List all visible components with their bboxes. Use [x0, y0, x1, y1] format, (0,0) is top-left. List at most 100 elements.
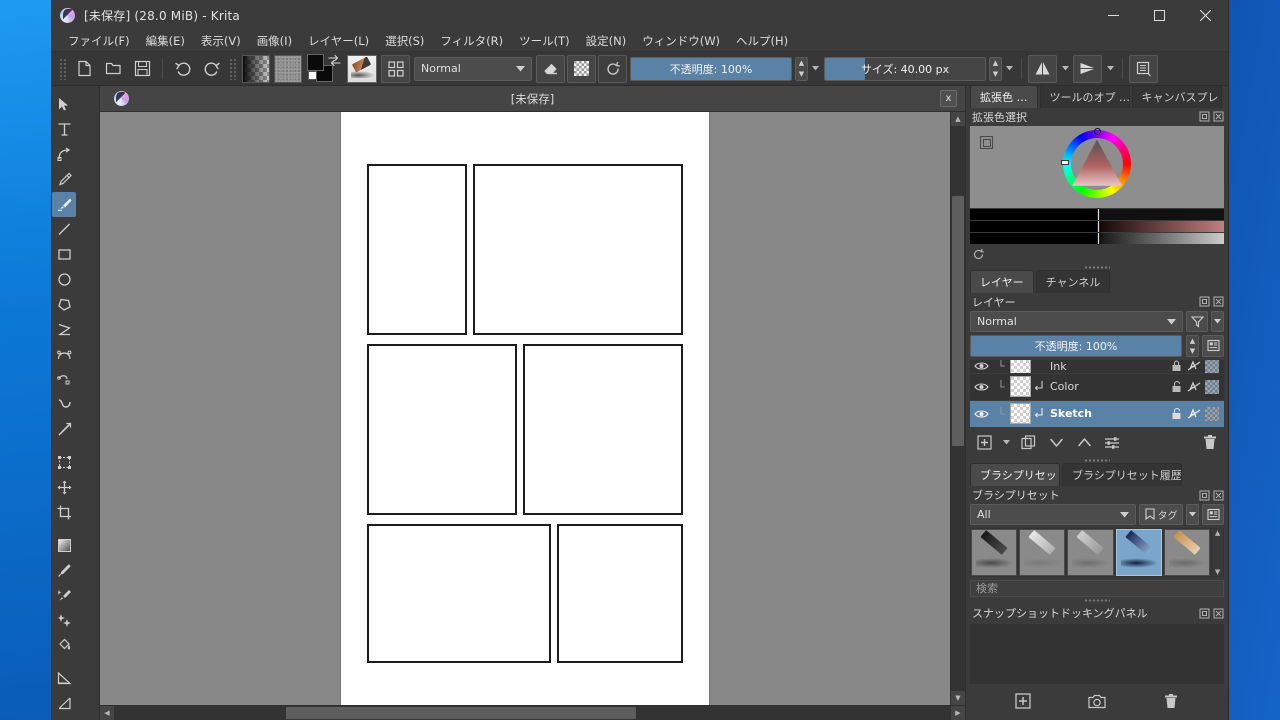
panel-3-left[interactable]: [367, 524, 552, 663]
tool-line[interactable]: [52, 217, 76, 242]
layer-checker-icon[interactable]: [1204, 377, 1220, 397]
opacity-spin-up-icon[interactable]: ▲: [796, 58, 807, 69]
brush-preset-grid[interactable]: ▲ ▼: [970, 527, 1224, 577]
layer-filter-dropdown[interactable]: [1211, 310, 1224, 332]
menu-edit[interactable]: 編集(E): [138, 31, 193, 51]
tool-multibrush[interactable]: [52, 417, 76, 442]
tool-freehand-brush[interactable]: [52, 192, 76, 217]
layer-thumbnail[interactable]: [1010, 403, 1031, 425]
lock-icon[interactable]: [1168, 404, 1184, 424]
layer-name[interactable]: Ink: [1048, 360, 1168, 373]
pattern-swatch[interactable]: [274, 54, 302, 83]
canvas-vertical-scrollbar[interactable]: ▲ ▼: [950, 112, 965, 705]
lock-icon[interactable]: [1168, 377, 1184, 397]
preset-pencil-light[interactable]: [1019, 528, 1066, 576]
shade-bar-2[interactable]: [970, 219, 1224, 233]
swap-colors-icon[interactable]: [328, 54, 341, 70]
menu-file[interactable]: ファイル(F): [60, 31, 138, 51]
tool-ellipse[interactable]: [52, 267, 76, 292]
tab-brush-presets[interactable]: ブラシプリセット: [970, 463, 1060, 487]
brush-size-dropdown-button[interactable]: [1003, 55, 1015, 82]
opacity-spinner[interactable]: ▲ ▼: [795, 56, 808, 81]
panel-2-right[interactable]: [522, 344, 683, 515]
tool-rectangle[interactable]: [52, 242, 76, 267]
save-document-button[interactable]: [129, 55, 156, 82]
layer-name[interactable]: Sketch: [1048, 407, 1168, 420]
new-document-button[interactable]: [71, 55, 98, 82]
snapshot-add-button[interactable]: [1010, 690, 1036, 712]
tool-transform[interactable]: [52, 450, 76, 475]
blend-mode-select[interactable]: Normal: [414, 56, 532, 81]
preset-bristle-brush[interactable]: [1163, 528, 1211, 576]
vertical-scroll-thumb[interactable]: [952, 196, 964, 446]
shade-bar-1[interactable]: [970, 207, 1224, 221]
duplicate-layer-button[interactable]: [1016, 433, 1040, 453]
tool-assistant-editor[interactable]: [52, 666, 76, 691]
layer-thumbnail[interactable]: [1010, 359, 1031, 373]
mirror-horizontal-options-button[interactable]: [1059, 55, 1071, 82]
menu-select[interactable]: 選択(S): [377, 31, 432, 51]
workspace-button[interactable]: [1129, 54, 1158, 83]
layer-opacity-spinner[interactable]: ▲ ▼: [1186, 334, 1199, 357]
tab-advanced-color-selector[interactable]: 拡張色 …: [970, 86, 1038, 108]
close-button[interactable]: [1182, 0, 1228, 31]
float-icon[interactable]: [1199, 296, 1210, 307]
preset-pencil-grey[interactable]: [1067, 528, 1114, 576]
vertical-scroll-track[interactable]: [951, 126, 965, 691]
eraser-mode-button[interactable]: [536, 54, 565, 83]
panel-3-right[interactable]: [557, 524, 683, 663]
mirror-vertical-options-button[interactable]: [1104, 55, 1116, 82]
tab-canvas-preview[interactable]: キャンバスプレ …: [1131, 86, 1222, 108]
alpha-lock-icon[interactable]: [1186, 404, 1202, 424]
opacity-spin-down-icon[interactable]: ▼: [796, 69, 807, 80]
current-brush-preset-button[interactable]: [347, 54, 377, 83]
preset-ink-pen-dark[interactable]: [971, 528, 1018, 576]
color-wheel[interactable]: [1061, 127, 1131, 198]
brush-preset-scrollbar[interactable]: ▲ ▼: [1212, 528, 1223, 576]
tool-bezier-curve[interactable]: [52, 342, 76, 367]
tool-dynamic-brush[interactable]: [52, 392, 76, 417]
menu-window[interactable]: ウィンドウ(W): [634, 31, 728, 51]
mirror-vertical-button[interactable]: [1073, 54, 1102, 83]
document-page[interactable]: [341, 112, 709, 705]
redo-button[interactable]: [198, 55, 225, 82]
brush-tag-button[interactable]: タグ: [1139, 503, 1183, 525]
gradient-swatch[interactable]: [242, 54, 270, 83]
layer-blend-mode-select[interactable]: Normal: [970, 310, 1183, 332]
tool-gradient[interactable]: [52, 533, 76, 558]
tool-colorize-mask[interactable]: [52, 583, 76, 608]
size-spin-down-icon[interactable]: ▼: [990, 69, 1001, 80]
canvas-horizontal-scrollbar[interactable]: ◀ ▶: [100, 705, 965, 720]
snapshot-delete-button[interactable]: [1158, 690, 1184, 712]
tool-crop[interactable]: [52, 500, 76, 525]
opacity-slider[interactable]: 不透明度: 100%: [630, 56, 792, 81]
tool-polygon[interactable]: [52, 292, 76, 317]
snapshot-list[interactable]: [970, 624, 1224, 685]
panel-1-left[interactable]: [367, 164, 468, 335]
brush-size-spinner[interactable]: ▲ ▼: [989, 56, 1002, 81]
advanced-color-selector[interactable]: [970, 125, 1224, 208]
docker-splitter-3[interactable]: [966, 597, 1228, 604]
tab-brush-preset-history[interactable]: ブラシプリセット履歴: [1062, 463, 1182, 487]
layer-checker-icon[interactable]: [1204, 404, 1220, 424]
panel-1-right[interactable]: [473, 164, 683, 335]
alpha-lock-icon[interactable]: [1186, 360, 1202, 373]
shade-bar-3[interactable]: [970, 231, 1224, 245]
scroll-left-arrow-icon[interactable]: ◀: [100, 706, 114, 720]
tool-reference-images[interactable]: [52, 716, 76, 720]
float-icon[interactable]: [1199, 608, 1210, 619]
color-history-reset-icon[interactable]: [966, 245, 1228, 264]
close-icon[interactable]: [1213, 490, 1224, 501]
brush-tag-filter-select[interactable]: All: [970, 503, 1136, 525]
layer-name[interactable]: Color: [1048, 380, 1168, 393]
add-layer-button[interactable]: [972, 433, 996, 453]
lock-icon[interactable]: [1168, 360, 1184, 373]
tool-text[interactable]: [52, 117, 76, 142]
minimize-button[interactable]: [1090, 0, 1136, 31]
tab-channels[interactable]: チャンネル: [1035, 270, 1111, 294]
document-close-button[interactable]: x: [940, 90, 957, 107]
float-icon[interactable]: [1199, 111, 1210, 122]
layer-properties-toggle[interactable]: [1202, 334, 1224, 357]
color-shade-bars[interactable]: [970, 207, 1224, 245]
preset-ink-brush-blue[interactable]: [1115, 528, 1162, 576]
